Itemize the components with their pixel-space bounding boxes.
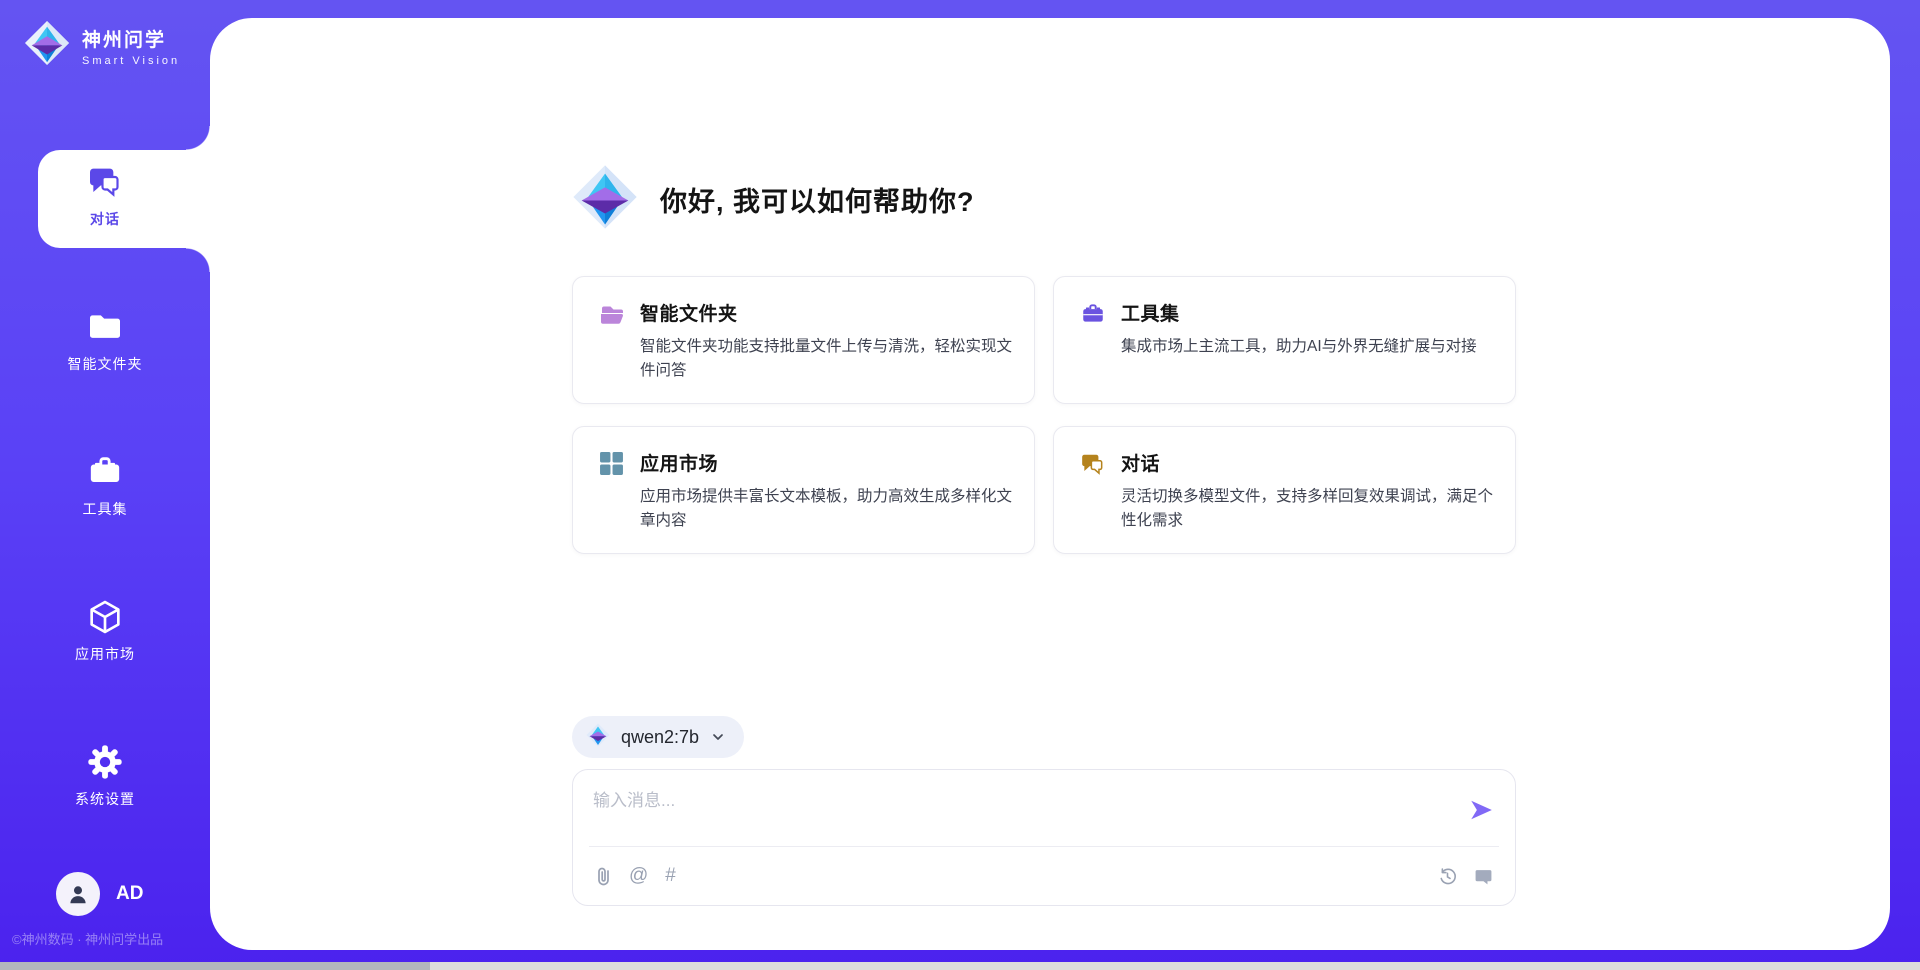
horizontal-scrollbar-thumb[interactable] [0, 962, 430, 970]
folder-icon [85, 307, 125, 347]
at-icon[interactable]: @ [629, 865, 648, 887]
tab-curve-top [186, 126, 210, 150]
card-title: 应用市场 [640, 449, 1010, 476]
toolbox-icon [85, 452, 125, 492]
gear-icon [85, 742, 125, 782]
card-description: 集成市场上主流工具，助力AI与外界无缝扩展与对接 [1121, 335, 1503, 359]
main-content: 你好, 我可以如何帮助你? 智能文件夹 智能文件夹功能支持批量文件上传与清洗，轻… [210, 18, 1890, 950]
brand-name: 神州问学 [82, 25, 180, 52]
paperclip-icon[interactable] [595, 866, 612, 886]
brand-subtitle: Smart Vision [82, 55, 180, 67]
card-chat[interactable]: 对话 灵活切换多模型文件，支持多样回复效果调试，满足个性化需求 [1053, 426, 1516, 554]
cube-icon [85, 597, 125, 637]
sidebar: 神州问学 Smart Vision 对话 智能文件夹 [0, 0, 210, 970]
chevron-down-icon [710, 729, 726, 745]
toolbox-icon [1080, 301, 1106, 327]
card-description: 灵活切换多模型文件，支持多样回复效果调试，满足个性化需求 [1121, 485, 1503, 533]
person-icon [65, 881, 91, 907]
card-app-market[interactable]: 应用市场 应用市场提供丰富长文本模板，助力高效生成多样化文章内容 [572, 426, 1035, 554]
message-icon[interactable] [1474, 867, 1493, 886]
card-title: 智能文件夹 [640, 299, 1010, 326]
sidebar-item-label: 对话 [90, 209, 120, 229]
feature-cards: 智能文件夹 智能文件夹功能支持批量文件上传与清洗，轻松实现文件问答 工具集 集成… [572, 276, 1516, 554]
sidebar-item-smart-folder[interactable]: 智能文件夹 [0, 293, 210, 438]
card-title: 工具集 [1121, 299, 1491, 326]
greeting-row: 你好, 我可以如何帮助你? [572, 164, 975, 235]
model-selector[interactable]: qwen2:7b [572, 716, 744, 758]
sidebar-item-label: 系统设置 [75, 789, 135, 809]
card-description: 智能文件夹功能支持批量文件上传与清洗，轻松实现文件问答 [640, 335, 1022, 383]
sidebar-nav: 对话 智能文件夹 工具集 [0, 148, 210, 873]
model-name: qwen2:7b [621, 727, 699, 748]
sidebar-item-label: 应用市场 [75, 644, 135, 664]
message-input[interactable] [593, 786, 1443, 842]
sidebar-item-settings[interactable]: 系统设置 [0, 728, 210, 873]
card-description: 应用市场提供丰富长文本模板，助力高效生成多样化文章内容 [640, 485, 1022, 533]
copyright-text: ©神州数码 · 神州问学出品 [12, 929, 163, 948]
send-icon[interactable] [1467, 796, 1495, 824]
user-account[interactable]: AD [56, 872, 143, 916]
chat-icon [85, 162, 125, 202]
user-name: AD [116, 883, 143, 905]
avatar [56, 872, 100, 916]
diamond-logo-icon [24, 20, 70, 71]
card-toolset[interactable]: 工具集 集成市场上主流工具，助力AI与外界无缝扩展与对接 [1053, 276, 1516, 404]
grid-icon [599, 451, 625, 477]
open-folder-icon [599, 301, 625, 327]
chat-icon [1080, 451, 1106, 477]
hash-icon[interactable]: # [665, 865, 676, 887]
sidebar-item-app-market[interactable]: 应用市场 [0, 583, 210, 728]
history-icon[interactable] [1438, 867, 1457, 886]
greeting-title: 你好, 我可以如何帮助你? [660, 180, 975, 219]
sidebar-item-chat[interactable]: 对话 [0, 148, 210, 293]
brand-logo: 神州问学 Smart Vision [24, 20, 180, 71]
message-composer: @ # [572, 769, 1516, 906]
horizontal-scrollbar[interactable] [0, 962, 1920, 970]
sidebar-item-label: 工具集 [83, 499, 128, 519]
diamond-logo-icon [586, 723, 610, 752]
composer-toolbar: @ # [595, 847, 1493, 905]
sidebar-item-label: 智能文件夹 [68, 354, 143, 374]
card-title: 对话 [1121, 449, 1491, 476]
card-smart-folder[interactable]: 智能文件夹 智能文件夹功能支持批量文件上传与清洗，轻松实现文件问答 [572, 276, 1035, 404]
diamond-logo-icon [572, 164, 638, 235]
sidebar-item-toolset[interactable]: 工具集 [0, 438, 210, 583]
